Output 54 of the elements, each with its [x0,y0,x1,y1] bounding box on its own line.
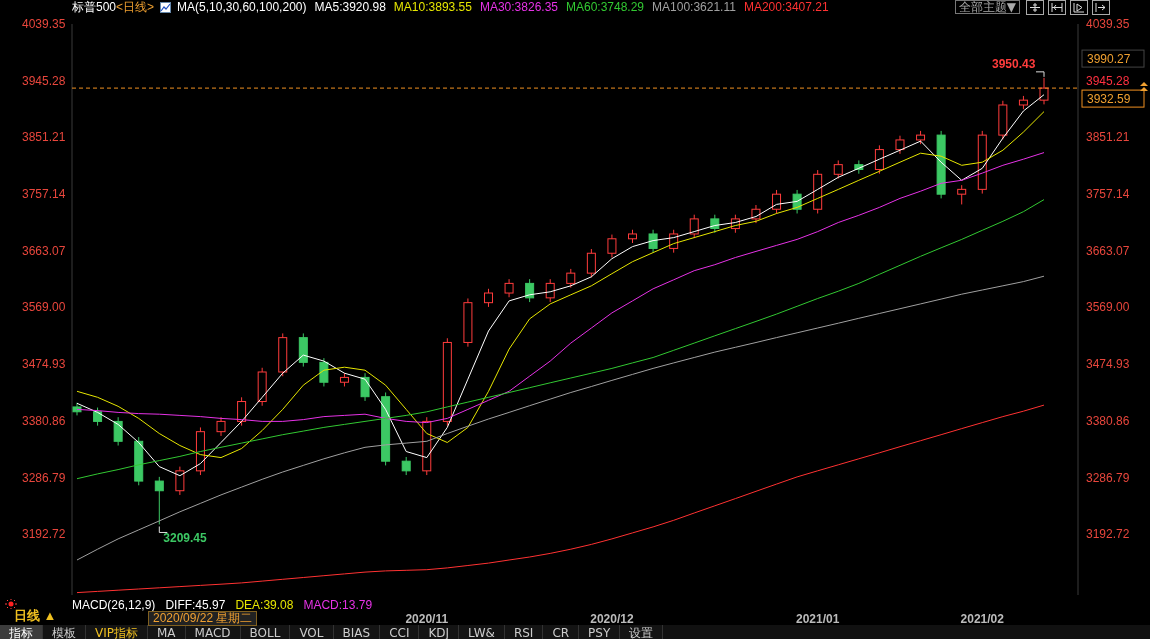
macd-value: DIFF:45.97 [165,599,226,611]
price-axis-label: 3192.72 [1086,527,1130,542]
price-axis-label: 4039.35 [22,17,66,31]
price-axis-label: 3757.14 [22,187,66,202]
ma-value: MA100:3621.11 [652,0,736,14]
play-icon[interactable] [1070,0,1088,15]
macd-value: MACD:13.79 [303,599,373,611]
symbol-label: 标普500 [72,0,117,16]
date-tooltip: 2020/09/22 星期二 [148,611,258,626]
date-axis-label: 2021/01 [796,612,840,625]
ma-value: MA200:3407.21 [743,0,829,14]
high-price-label: 3950.43 [992,56,1036,71]
exit-icon[interactable] [1092,0,1110,15]
price-axis-label: 3192.72 [22,527,66,542]
price-axis-label: 3851.21 [1086,130,1130,145]
price-axis-label: 3569.00 [22,300,66,315]
record-icon[interactable] [4,599,18,609]
caret-up-icon[interactable] [1140,82,1148,92]
ma-value: MA10:3893.55 [393,0,472,14]
macd-value: DEA:39.08 [235,599,294,611]
price-axis-label: 3757.14 [1086,187,1130,202]
period-toggle[interactable]: 日线 ▲ [14,609,57,623]
price-axis-label: 3851.21 [22,130,66,145]
current-price-box: 3932.59 [1081,89,1145,108]
price-axis-label: 3569.00 [1086,300,1130,315]
ma-value: MA60:3748.29 [566,0,645,14]
price-axis-label: 3474.93 [1086,357,1130,372]
price-axis-label: 4039.35 [1086,17,1130,31]
ma-value: MA5:3920.98 [314,0,386,14]
price-axis-label: 3945.28 [22,73,66,88]
chart-icon[interactable] [160,1,172,13]
low-price-label: 3209.45 [163,531,207,546]
price-axis-label: 3945.28 [1086,73,1130,88]
crosshair-icon[interactable] [1026,0,1044,15]
ma-value: MA30:3826.35 [479,0,558,14]
zoom-range-icon[interactable] [1048,0,1066,15]
price-axis-label: 3380.86 [22,413,66,428]
date-axis-label: 2020/12 [590,612,634,625]
price-axis-label: 3663.07 [22,243,66,258]
date-axis-label: 2020/11 [405,612,449,625]
leader-line [1035,71,1045,78]
indicator-label: MA(5,10,30,60,100,200) [177,0,307,14]
leader-line [158,526,168,533]
period-label[interactable]: <日线> [116,0,155,16]
macd-value: MACD(26,12,9) [72,599,156,611]
price-axis-label: 3380.86 [1086,413,1130,428]
date-axis-label: 2021/02 [960,612,1004,625]
price-axis-label: 3474.93 [22,357,66,372]
price-axis-label: 3663.07 [1086,243,1130,258]
indicator-tab[interactable]: 指标 [0,625,43,639]
theme-dropdown[interactable]: 全部主题▼ [954,0,1020,14]
high-price-box: 3990.27 [1081,49,1145,68]
price-axis-label: 3286.79 [22,470,66,485]
price-axis-label: 3286.79 [1086,470,1130,485]
